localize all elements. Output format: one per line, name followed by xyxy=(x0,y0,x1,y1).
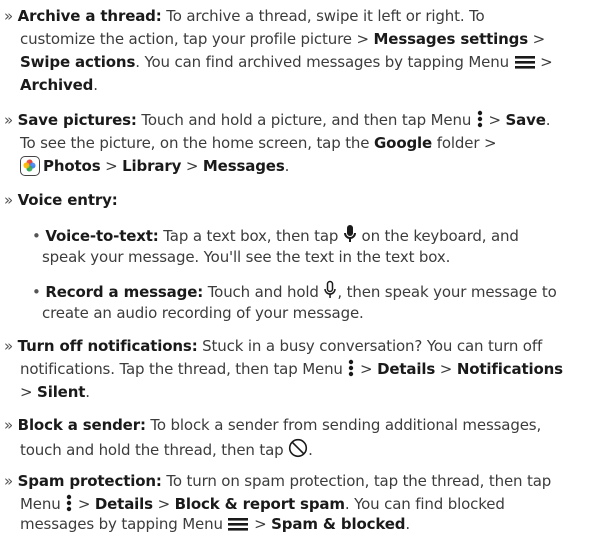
bold-text: Save xyxy=(505,111,546,129)
text: . xyxy=(93,76,98,94)
block-title: Block a sender: xyxy=(17,416,146,434)
bold-text: Messages xyxy=(202,157,285,175)
bold-text: Notifications xyxy=(456,360,563,378)
notif-line-3: > Silent. xyxy=(20,382,90,402)
bold-text: Library xyxy=(122,157,182,175)
text: > xyxy=(435,360,457,378)
text: customize the action, tap your profile p… xyxy=(20,30,374,48)
block-line-2: touch and hold the thread, then tap . xyxy=(20,438,313,463)
bold-text: Silent xyxy=(37,383,86,401)
text: > xyxy=(73,495,95,513)
text: Menu xyxy=(20,495,66,513)
voice-to-text-title: Voice-to-text: xyxy=(45,227,159,245)
text: on the keyboard, and xyxy=(356,227,519,245)
bold-text: Google xyxy=(374,134,433,152)
save-line-1: » Save pictures: Touch and hold a pictur… xyxy=(4,110,551,133)
text: . xyxy=(308,441,313,459)
text: > xyxy=(528,30,546,48)
bullet: • xyxy=(32,227,41,245)
text: , then speak your message to xyxy=(337,283,557,301)
archive-line-2: customize the action, tap your profile p… xyxy=(20,29,545,49)
voice-title: Voice entry: xyxy=(17,191,118,209)
bold-text: Details xyxy=(94,495,153,513)
help-document: » Archive a thread: To archive a thread,… xyxy=(0,0,613,534)
text: . xyxy=(405,515,411,533)
text: > xyxy=(20,383,38,401)
text: . xyxy=(545,111,551,129)
text: . You can find archived messages by tapp… xyxy=(135,53,514,71)
notif-line-1: » Turn off notifications: Stuck in a bus… xyxy=(4,336,542,356)
photos-app-icon xyxy=(20,156,40,176)
text: Touch and hold a picture, and then tap M… xyxy=(136,111,476,129)
text: To block a sender from sending additiona… xyxy=(145,416,542,434)
mic-outline-icon xyxy=(323,280,337,305)
bold-text: Spam & blocked xyxy=(271,515,406,533)
bullet: • xyxy=(32,283,41,301)
text: . xyxy=(85,383,90,401)
text: > xyxy=(483,111,506,129)
bullet: » xyxy=(4,337,14,355)
bullet: » xyxy=(4,416,14,434)
text: . You can find blocked xyxy=(344,495,505,513)
archive-line-1: » Archive a thread: To archive a thread,… xyxy=(4,6,485,26)
text: > xyxy=(535,53,553,71)
text: . xyxy=(284,157,290,175)
text: To turn on spam protection, tap the thre… xyxy=(161,472,552,490)
save-line-2: To see the picture, on the home screen, … xyxy=(20,133,497,153)
block-line-1: » Block a sender: To block a sender from… xyxy=(4,415,541,435)
bold-text: Archived xyxy=(20,76,94,94)
text: Tap a text box, then tap xyxy=(158,227,343,245)
text: create an audio recording of your messag… xyxy=(42,304,364,322)
mic-icon xyxy=(343,224,357,249)
notif-title: Turn off notifications: xyxy=(17,337,198,355)
text: Touch and hold xyxy=(203,283,324,301)
text: > xyxy=(355,360,378,378)
text: touch and hold the thread, then tap xyxy=(20,441,289,459)
text: notifications. Tap the thread, then tap … xyxy=(20,360,348,378)
record-title: Record a message: xyxy=(45,283,204,301)
save-line-3: Photos > Library > Messages. xyxy=(20,156,289,176)
text: > xyxy=(249,515,272,533)
text: Stuck in a busy conversation? You can tu… xyxy=(197,337,543,355)
bullet: » xyxy=(4,472,14,490)
voice-to-text-line-1: • Voice-to-text: Tap a text box, then ta… xyxy=(32,224,519,249)
bullet: » xyxy=(4,111,14,129)
block-icon xyxy=(288,438,308,463)
text: To see the picture, on the home screen, … xyxy=(20,134,374,152)
text: > xyxy=(181,157,203,175)
bold-text: Messages settings xyxy=(373,30,529,48)
spam-title: Spam protection: xyxy=(17,472,162,490)
bold-text: Details xyxy=(377,360,436,378)
notif-line-2: notifications. Tap the thread, then tap … xyxy=(20,359,563,382)
text: messages by tapping Menu xyxy=(20,515,228,533)
text: > xyxy=(100,157,123,175)
bullet: » xyxy=(4,191,14,209)
voice-line-1: » Voice entry: xyxy=(4,190,118,210)
bold-text: Block & report spam xyxy=(174,495,345,513)
voice-to-text-line-2: speak your message. You'll see the text … xyxy=(42,247,450,267)
archive-line-4: Archived. xyxy=(20,75,98,95)
spam-line-1: » Spam protection: To turn on spam prote… xyxy=(4,471,551,491)
record-line-2: create an audio recording of your messag… xyxy=(42,303,364,323)
record-line-1: • Record a message: Touch and hold , the… xyxy=(32,280,557,305)
more-vert-icon xyxy=(476,110,484,133)
save-title: Save pictures: xyxy=(17,111,137,129)
bold-text: Swipe actions xyxy=(20,53,136,71)
archive-title: Archive a thread: xyxy=(17,7,162,25)
text: speak your message. You'll see the text … xyxy=(42,248,451,266)
text: folder > xyxy=(432,134,497,152)
archive-line-3: Swipe actions. You can find archived mes… xyxy=(20,52,553,75)
menu-icon xyxy=(514,54,536,75)
bullet: » xyxy=(4,7,14,25)
text: To archive a thread, swipe it left or ri… xyxy=(161,7,485,25)
text: > xyxy=(152,495,175,513)
bold-text: Photos xyxy=(43,157,101,175)
